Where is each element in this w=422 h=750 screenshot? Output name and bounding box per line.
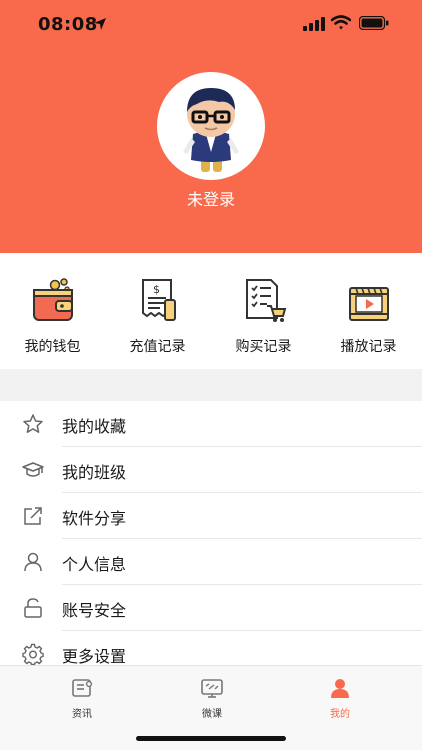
tab-mine[interactable]: 我的: [270, 672, 410, 720]
profile-icon: [331, 679, 349, 698]
quick-action-wallet[interactable]: 我的钱包: [0, 253, 105, 369]
avatar[interactable]: [157, 72, 265, 180]
tab-label: 我的: [330, 709, 350, 720]
purchase-list-icon: [246, 279, 287, 322]
quick-actions: 我的钱包 $ 充值记录 购买记录 播放记录: [0, 253, 422, 369]
menu-item-personal-info[interactable]: 个人信息: [0, 539, 422, 585]
tab-label: 资讯: [72, 709, 92, 720]
home-indicator: [136, 736, 286, 741]
section-divider: [0, 369, 422, 401]
star-icon: [23, 414, 43, 433]
tab-micro-course[interactable]: 微课: [142, 672, 282, 720]
menu-item-label: 我的班级: [62, 463, 127, 482]
menu-item-label: 我的收藏: [62, 417, 127, 436]
share-external-icon: [24, 507, 42, 525]
wifi-icon: [331, 15, 351, 30]
svg-text:$: $: [153, 283, 160, 296]
graduation-cap-icon: [22, 462, 44, 477]
battery-icon: [359, 16, 389, 30]
menu-item-label: 账号安全: [62, 601, 127, 620]
menu-item-label: 更多设置: [62, 647, 127, 666]
menu-item-favorites[interactable]: 我的收藏: [0, 401, 422, 447]
quick-action-label: 充值记录: [129, 339, 186, 355]
news-icon: [72, 679, 93, 697]
quick-action-recharge-records[interactable]: $ 充值记录: [105, 253, 210, 369]
tab-news[interactable]: 资讯: [12, 672, 152, 720]
play-history-icon: [349, 287, 389, 321]
login-status-text[interactable]: 未登录: [0, 186, 422, 210]
quick-action-play-records[interactable]: 播放记录: [316, 253, 421, 369]
menu-item-share-app[interactable]: 软件分享: [0, 493, 422, 539]
quick-action-label: 我的钱包: [24, 339, 81, 355]
menu-item-account-security[interactable]: 账号安全: [0, 585, 422, 631]
lock-icon: [24, 598, 42, 618]
receipt-icon: $: [142, 279, 176, 321]
menu-item-my-class[interactable]: 我的班级: [0, 447, 422, 493]
location-arrow-icon: [94, 18, 106, 30]
status-time: 08:08: [38, 14, 98, 35]
cellular-signal-icon: [303, 17, 325, 31]
settings-menu: 我的收藏 我的班级 软件分享 个人信息 账号安全 更多设置: [0, 401, 422, 677]
menu-item-label: 软件分享: [62, 509, 127, 528]
quick-action-label: 购买记录: [235, 339, 292, 355]
menu-item-label: 个人信息: [62, 555, 127, 574]
person-icon: [24, 552, 42, 572]
wallet-icon: [33, 278, 73, 321]
avatar-character-icon: [183, 88, 239, 172]
video-course-icon: [201, 679, 223, 698]
profile-header: 08:08 未登录: [0, 0, 422, 253]
status-bar: 08:08: [0, 0, 422, 50]
gear-icon: [22, 643, 44, 665]
tab-label: 微课: [202, 709, 222, 720]
quick-action-purchase-records[interactable]: 购买记录: [211, 253, 316, 369]
quick-action-label: 播放记录: [340, 339, 397, 355]
